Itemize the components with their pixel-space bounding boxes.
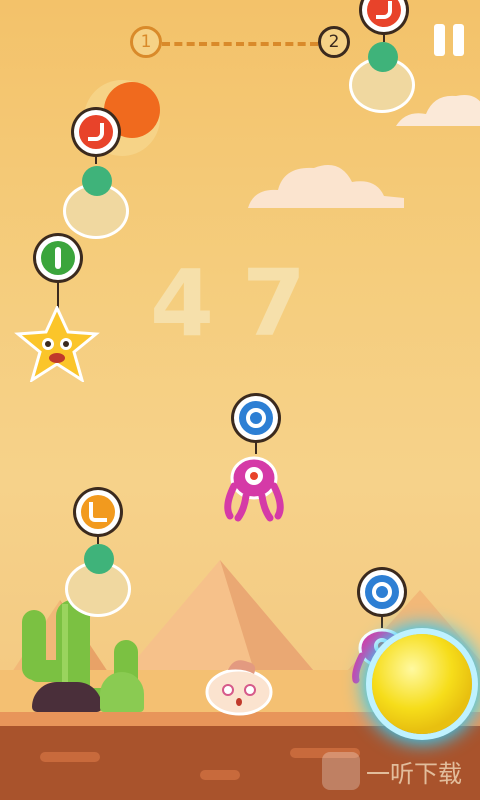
gesture-bubble xyxy=(36,236,80,280)
corner-gesture-icon xyxy=(89,502,107,522)
score-display: 47 xyxy=(150,250,335,357)
hook-gesture-icon xyxy=(88,123,104,141)
gesture-bubble xyxy=(74,110,118,154)
bush xyxy=(100,672,144,712)
gesture-bubble xyxy=(76,490,120,534)
gesture-bubble xyxy=(360,570,404,614)
pink-monster-character[interactable] xyxy=(218,450,290,522)
line-gesture-icon xyxy=(55,247,61,269)
loop-gesture-icon xyxy=(246,408,266,428)
watermark: 一听下载 xyxy=(322,752,462,790)
level-next-node: 2 xyxy=(318,26,350,58)
frog-in-egg[interactable] xyxy=(352,38,414,110)
glowing-ball-button[interactable] xyxy=(372,634,472,734)
frog-in-egg[interactable] xyxy=(68,540,130,616)
rock xyxy=(32,682,102,712)
cloud xyxy=(248,165,404,208)
pause-button[interactable] xyxy=(430,10,470,56)
loop-gesture-icon xyxy=(372,582,392,602)
level-progress-line xyxy=(162,42,318,46)
level-next-label: 2 xyxy=(328,32,340,52)
level-start-label: 1 xyxy=(140,32,152,52)
gesture-bubble xyxy=(234,396,278,440)
star-character[interactable] xyxy=(14,306,100,382)
watermark-text: 一听下载 xyxy=(366,759,462,788)
watermark-logo-icon xyxy=(322,752,360,790)
gesture-bubble xyxy=(362,0,406,32)
player-dumpling[interactable] xyxy=(204,652,274,716)
level-start-node: 1 xyxy=(130,26,162,58)
hook-gesture-icon xyxy=(376,1,392,19)
frog-in-egg[interactable] xyxy=(66,162,128,238)
game-stage[interactable]: 1 2 47 一听下载 xyxy=(0,0,480,800)
